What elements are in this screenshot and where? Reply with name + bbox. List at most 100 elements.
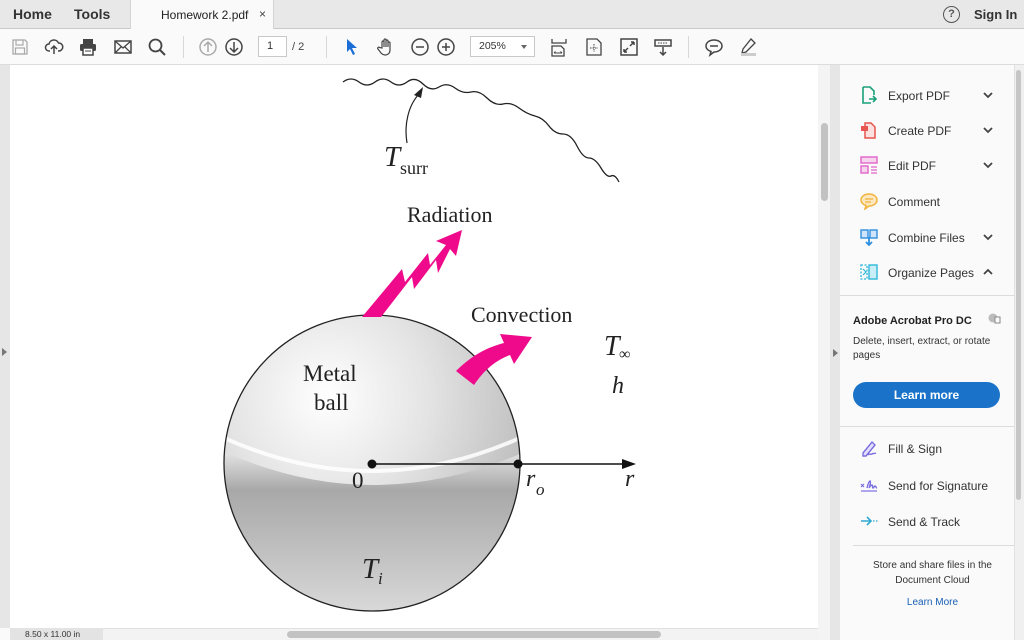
chevron-down-icon (983, 92, 993, 99)
page-number-input[interactable]: 1 (258, 36, 287, 57)
zoom-level-value: 205% (479, 40, 506, 52)
page-down-icon[interactable] (224, 37, 244, 57)
tool-label: Export PDF (888, 89, 951, 103)
search-icon[interactable] (147, 37, 167, 57)
t-infinity-label: T (604, 331, 620, 362)
tool-label: Fill & Sign (888, 442, 943, 456)
collapse-arrow-icon (833, 349, 838, 357)
sign-in-link[interactable]: Sign In (974, 7, 1017, 22)
t-infinity-subscript: ∞ (619, 346, 631, 363)
create-pdf-icon (861, 122, 876, 139)
page-up-icon[interactable] (198, 37, 218, 57)
tab-home[interactable]: Home (13, 0, 52, 29)
close-icon[interactable]: × (259, 7, 266, 21)
highlight-icon[interactable] (738, 37, 758, 57)
tool-organize-pages[interactable]: Organize Pages (840, 258, 1014, 286)
fit-page-icon[interactable] (549, 37, 569, 57)
page-total: / 2 (292, 41, 305, 53)
t-surr-label: T (384, 141, 401, 173)
zoom-out-icon[interactable] (410, 37, 430, 57)
comment-icon (860, 193, 878, 210)
h-label: h (612, 373, 624, 399)
tool-combine-files[interactable]: Combine Files (840, 223, 1014, 251)
t-i-label: T (362, 553, 379, 585)
surroundings-pointer-arrow (405, 92, 421, 144)
page-layout-icon[interactable] (584, 37, 604, 57)
print-icon[interactable] (78, 37, 98, 57)
tool-send-for-signature[interactable]: Send for Signature (840, 471, 1014, 499)
t-i-subscript: i (378, 569, 383, 588)
tool-label: Organize Pages (888, 266, 975, 280)
convection-label: Convection (471, 302, 573, 327)
toolbar: 1 / 2 205% (0, 29, 1024, 65)
tool-export-pdf[interactable]: Export PDF (840, 81, 1014, 109)
export-pdf-icon (862, 86, 878, 104)
document-cloud-text: Store and share files in the Document Cl… (873, 560, 992, 586)
hand-icon[interactable] (376, 37, 396, 57)
t-surr-subscript: surr (400, 158, 428, 178)
tool-send-track[interactable]: Send & Track (840, 507, 1014, 535)
tool-comment[interactable]: Comment (840, 187, 1014, 215)
toolbar-separator (688, 36, 689, 58)
save-icon[interactable] (10, 37, 30, 57)
horizontal-scrollbar-thumb[interactable] (287, 631, 661, 638)
learn-more-link[interactable]: Learn More (860, 597, 1005, 608)
right-pane-toggle[interactable] (830, 65, 840, 640)
vertical-scrollbar-thumb[interactable] (821, 123, 828, 201)
tab-tools[interactable]: Tools (74, 0, 110, 29)
tools-pane-scrollbar-thumb[interactable] (1016, 70, 1021, 500)
metal-ball-label-line1: Metal (303, 361, 357, 386)
upload-cloud-icon[interactable] (44, 37, 64, 57)
tool-fill-sign[interactable]: Fill & Sign (840, 434, 1014, 462)
document-tab[interactable]: Homework 2.pdf × (130, 0, 274, 29)
r-axis-label: r (625, 466, 635, 492)
document-tab-name: Homework 2.pdf (161, 8, 249, 22)
learn-more-button[interactable]: Learn more (853, 382, 1000, 408)
expand-arrow-icon (2, 348, 7, 356)
edit-pdf-icon (860, 156, 878, 174)
tool-label: Create PDF (888, 124, 952, 138)
zoom-in-icon[interactable] (436, 37, 456, 57)
tool-label: Comment (888, 195, 941, 209)
pane-divider (840, 295, 1014, 296)
promo-description: Delete, insert, extract, or rotate pages (853, 336, 991, 361)
chevron-down-icon (983, 234, 993, 241)
top-tab-bar: Home Tools Homework 2.pdf × ? Sign In (0, 0, 1024, 29)
r-o-label: r (526, 466, 536, 492)
send-signature-icon (860, 480, 878, 492)
acrobat-pro-icon (988, 313, 1001, 324)
chevron-down-icon (983, 127, 993, 134)
fullscreen-icon[interactable] (619, 37, 639, 57)
comment-icon[interactable] (704, 37, 724, 57)
radiation-arrow (362, 230, 462, 317)
tool-edit-pdf[interactable]: Edit PDF (840, 151, 1014, 179)
origin-point (367, 459, 377, 469)
fill-sign-icon (862, 440, 877, 457)
chevron-down-icon (521, 45, 527, 49)
origin-label: 0 (352, 468, 364, 493)
tools-pane: Export PDF Create PDF Edit PDF Comment C… (840, 65, 1024, 640)
r-o-subscript: o (536, 480, 545, 499)
chevron-up-icon (983, 268, 993, 275)
select-cursor-icon[interactable] (342, 37, 362, 57)
tool-create-pdf[interactable]: Create PDF (840, 116, 1014, 144)
page-size-label: 8.50 x 11.00 in (10, 628, 103, 640)
organize-pages-icon (860, 264, 878, 280)
acrobat-window: Home Tools Homework 2.pdf × ? Sign In 1 … (0, 0, 1024, 640)
chevron-down-icon (983, 162, 993, 169)
tool-label: Combine Files (888, 231, 965, 245)
arrowhead (414, 87, 423, 98)
email-icon[interactable] (113, 37, 133, 57)
toolbar-separator (326, 36, 327, 58)
promo-title: Adobe Acrobat Pro DC (853, 315, 972, 327)
pane-divider (853, 545, 1014, 546)
help-icon[interactable]: ? (943, 6, 960, 23)
send-track-icon (861, 516, 878, 526)
metal-ball-label-line2: ball (314, 390, 349, 415)
combine-files-icon (860, 229, 878, 246)
zoom-level-select[interactable]: 205% (470, 36, 535, 57)
tool-label: Edit PDF (888, 159, 937, 173)
tool-label: Send for Signature (888, 479, 989, 493)
left-pane-toggle[interactable] (0, 65, 10, 628)
read-mode-icon[interactable] (653, 37, 673, 57)
